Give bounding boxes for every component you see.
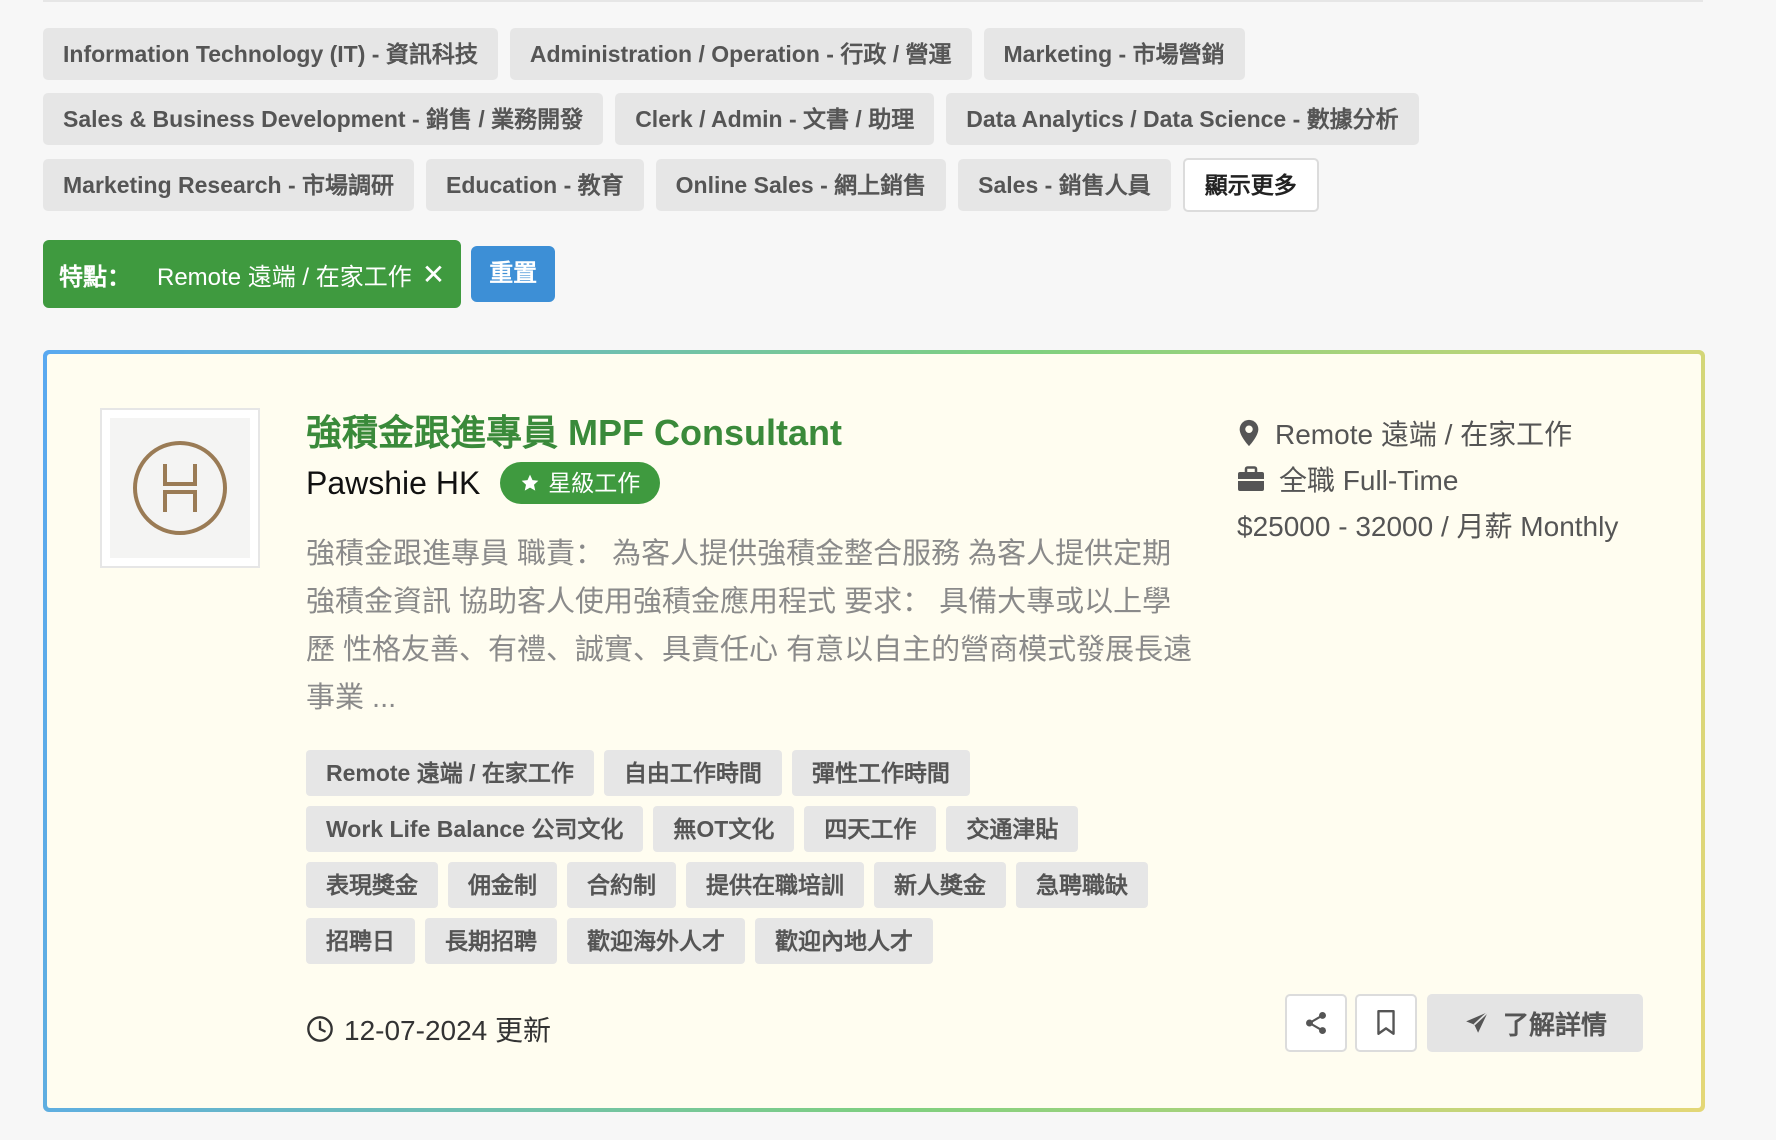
clock-icon xyxy=(307,1016,333,1042)
top-divider xyxy=(43,0,1703,2)
job-tag[interactable]: 提供在職培訓 xyxy=(686,862,864,908)
category-chip[interactable]: Marketing Research - 市場調研 xyxy=(43,159,415,211)
star-icon xyxy=(521,474,539,491)
category-row: Marketing Research - 市場調研 Education - 教育… xyxy=(43,158,1703,212)
category-chip[interactable]: Clerk / Admin - 文書 / 助理 xyxy=(615,93,935,145)
job-tag[interactable]: 表現獎金 xyxy=(306,862,438,908)
tag-row: Remote 遠端 / 在家工作 自由工作時間 彈性工作時間 xyxy=(306,750,1206,796)
employment-type-row: 全職 Full-Time xyxy=(1237,456,1618,502)
job-tag[interactable]: 自由工作時間 xyxy=(603,750,782,796)
bookmark-icon xyxy=(1377,1009,1395,1035)
briefcase-icon xyxy=(1238,466,1264,491)
category-chip[interactable]: Data Analytics / Data Science - 數據分析 xyxy=(946,93,1419,145)
job-tag[interactable]: 新人獎金 xyxy=(874,862,1006,908)
view-details-button[interactable]: 了解詳情 xyxy=(1427,994,1643,1052)
location-text: Remote 遠端 / 在家工作 xyxy=(1275,419,1573,450)
category-row: Sales & Business Development - 銷售 / 業務開發… xyxy=(43,93,1703,145)
category-chip[interactable]: Sales & Business Development - 銷售 / 業務開發 xyxy=(43,93,604,145)
job-title[interactable]: 強積金跟進專員 MPF Consultant xyxy=(306,404,842,456)
category-chip[interactable]: Online Sales - 網上銷售 xyxy=(655,159,947,211)
active-filter-chip: 特點： Remote 遠端 / 在家工作 ✕ xyxy=(43,240,462,308)
job-tag[interactable]: Remote 遠端 / 在家工作 xyxy=(306,750,594,796)
view-details-label: 了解詳情 xyxy=(1502,1009,1607,1040)
job-tags: Remote 遠端 / 在家工作 自由工作時間 彈性工作時間 Work Life… xyxy=(306,750,1206,974)
job-tag[interactable]: 佣金制 xyxy=(448,862,557,908)
job-tag[interactable]: 歡迎海外人才 xyxy=(567,918,745,964)
company-logo-icon xyxy=(133,441,227,535)
company-row: Pawshie HK 星級工作 xyxy=(306,462,661,504)
category-filter-list: Information Technology (IT) - 資訊科技 Admin… xyxy=(43,28,1703,225)
card-actions: 了解詳情 xyxy=(1285,994,1643,1052)
location-row: Remote 遠端 / 在家工作 xyxy=(1237,410,1618,456)
job-tag[interactable]: 無OT文化 xyxy=(653,806,795,852)
star-job-badge: 星級工作 xyxy=(500,462,661,504)
job-tag[interactable]: 交通津貼 xyxy=(946,806,1079,852)
company-name[interactable]: Pawshie HK xyxy=(306,465,480,502)
reset-button[interactable]: 重置 xyxy=(471,246,556,302)
job-tag[interactable]: 彈性工作時間 xyxy=(791,750,970,796)
company-logo[interactable] xyxy=(100,408,260,568)
job-description: 強積金跟進專員 職責： 為客人提供強積金整合服務 為客人提供定期強積金資訊 協助… xyxy=(306,538,1193,714)
tag-row: 表現獎金 佣金制 合約制 提供在職培訓 新人獎金 急聘職缺 xyxy=(306,862,1206,908)
category-chip[interactable]: Information Technology (IT) - 資訊科技 xyxy=(43,28,498,80)
category-row: Information Technology (IT) - 資訊科技 Admin… xyxy=(43,28,1703,80)
job-tag[interactable]: 長期招聘 xyxy=(425,918,557,964)
salary-row: $25000 - 32000 / 月薪 Monthly xyxy=(1237,502,1618,548)
bookmark-button[interactable] xyxy=(1355,994,1417,1052)
updated-text: 12-07-2024 更新 xyxy=(344,1015,552,1046)
share-button[interactable] xyxy=(1285,994,1347,1052)
job-tag[interactable]: 合約制 xyxy=(567,862,676,908)
job-tag[interactable]: 歡迎內地人才 xyxy=(755,918,933,964)
job-card-body: 強積金跟進專員 MPF Consultant Pawshie HK 星級工作 強… xyxy=(47,354,1701,1108)
employment-type-text: 全職 Full-Time xyxy=(1279,465,1459,496)
updated-date: 12-07-2024 更新 xyxy=(306,1009,551,1049)
job-meta: Remote 遠端 / 在家工作 全職 Full-Time $25000 - 3… xyxy=(1237,410,1618,548)
filter-label: 特點： xyxy=(59,263,131,291)
job-tag[interactable]: Work Life Balance 公司文化 xyxy=(306,806,644,852)
show-more-button[interactable]: 顯示更多 xyxy=(1182,158,1319,212)
category-chip[interactable]: Administration / Operation - 行政 / 營運 xyxy=(509,28,972,80)
active-filters: 特點： Remote 遠端 / 在家工作 ✕ 重置 xyxy=(43,240,556,308)
filter-value: Remote 遠端 / 在家工作 xyxy=(157,263,412,291)
location-pin-icon xyxy=(1239,419,1259,447)
tag-row: Work Life Balance 公司文化 無OT文化 四天工作 交通津貼 xyxy=(306,806,1206,852)
tag-row: 招聘日 長期招聘 歡迎海外人才 歡迎內地人才 xyxy=(306,918,1206,964)
logo-image xyxy=(110,418,250,558)
job-tag[interactable]: 招聘日 xyxy=(306,918,415,964)
salary-text: $25000 - 32000 / 月薪 Monthly xyxy=(1237,511,1619,542)
job-card[interactable]: 強積金跟進專員 MPF Consultant Pawshie HK 星級工作 強… xyxy=(43,350,1705,1112)
share-icon xyxy=(1306,1011,1326,1035)
paper-plane-icon xyxy=(1466,1011,1489,1033)
badge-label: 星級工作 xyxy=(548,470,641,496)
category-chip[interactable]: Sales - 銷售人員 xyxy=(958,159,1171,211)
remove-filter-icon[interactable]: ✕ xyxy=(422,258,445,291)
job-tag[interactable]: 四天工作 xyxy=(804,806,937,852)
category-chip[interactable]: Education - 教育 xyxy=(426,159,644,211)
job-tag[interactable]: 急聘職缺 xyxy=(1016,862,1148,908)
category-chip[interactable]: Marketing - 市場營銷 xyxy=(983,28,1245,80)
